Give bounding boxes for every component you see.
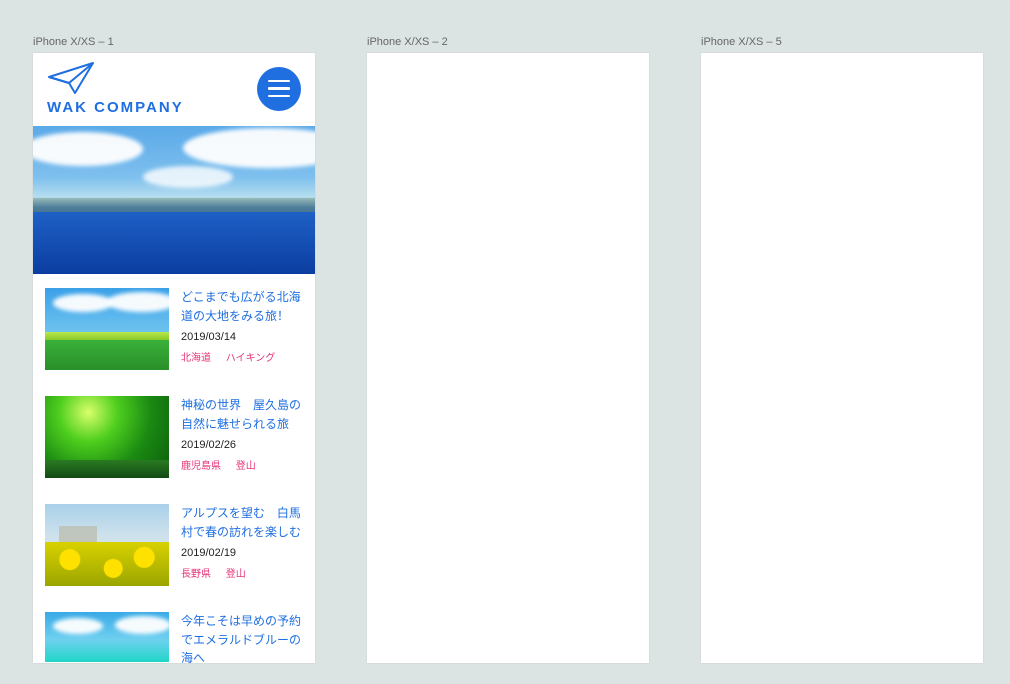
post-date: 2019/03/14	[181, 331, 303, 343]
artboard-iphone-5	[701, 53, 983, 663]
post-list: どこまでも広がる北海道の大地をみる旅！ 2019/03/14 北海道 ハイキング…	[33, 274, 315, 663]
hamburger-menu-button[interactable]	[257, 67, 301, 111]
post-tag[interactable]: 鹿児島県	[181, 461, 221, 472]
post-date: 2019/02/19	[181, 547, 303, 559]
post-tag[interactable]: 登山	[226, 569, 246, 580]
brand[interactable]: WAK COMPANY	[47, 61, 184, 116]
post-tag[interactable]: ハイキング	[226, 353, 276, 364]
post-tag[interactable]: 登山	[236, 461, 256, 472]
list-item: 今年こそは早めの予約でエメラルドブルーの海へ 2019/02/05	[45, 598, 303, 663]
post-thumbnail[interactable]	[45, 612, 169, 662]
hamburger-line-icon	[268, 95, 290, 98]
artboard-label-1: iPhone X/XS – 1	[33, 36, 114, 48]
site-header: WAK COMPANY	[33, 53, 315, 126]
post-tags: 鹿児島県 登山	[181, 457, 303, 472]
hero-image	[33, 126, 315, 274]
post-title[interactable]: 今年こそは早めの予約でエメラルドブルーの海へ	[181, 612, 303, 663]
artboard-label-3: iPhone X/XS – 5	[701, 36, 782, 48]
post-tags: 長野県 登山	[181, 565, 303, 580]
post-tag[interactable]: 長野県	[181, 569, 211, 580]
artboard-iphone-2	[367, 53, 649, 663]
post-thumbnail[interactable]	[45, 504, 169, 586]
post-title[interactable]: 神秘の世界 屋久島の自然に魅せられる旅	[181, 396, 303, 433]
list-item: 神秘の世界 屋久島の自然に魅せられる旅 2019/02/26 鹿児島県 登山	[45, 382, 303, 490]
hamburger-line-icon	[268, 87, 290, 90]
post-tags: 北海道 ハイキング	[181, 349, 303, 364]
hamburger-line-icon	[268, 80, 290, 83]
post-title[interactable]: アルプスを望む 白馬村で春の訪れを楽しむ	[181, 504, 303, 541]
post-date: 2019/02/26	[181, 439, 303, 451]
post-thumbnail[interactable]	[45, 396, 169, 478]
list-item: どこまでも広がる北海道の大地をみる旅！ 2019/03/14 北海道 ハイキング	[45, 274, 303, 382]
artboard-iphone-1: WAK COMPANY どこまでも広がる北海道の大地をみる旅！	[33, 53, 315, 663]
post-tag[interactable]: 北海道	[181, 353, 211, 364]
post-title[interactable]: どこまでも広がる北海道の大地をみる旅！	[181, 288, 303, 325]
list-item: アルプスを望む 白馬村で春の訪れを楽しむ 2019/02/19 長野県 登山	[45, 490, 303, 598]
paper-plane-icon	[47, 61, 95, 95]
brand-name: WAK COMPANY	[47, 99, 184, 116]
post-thumbnail[interactable]	[45, 288, 169, 370]
artboard-label-2: iPhone X/XS – 2	[367, 36, 448, 48]
